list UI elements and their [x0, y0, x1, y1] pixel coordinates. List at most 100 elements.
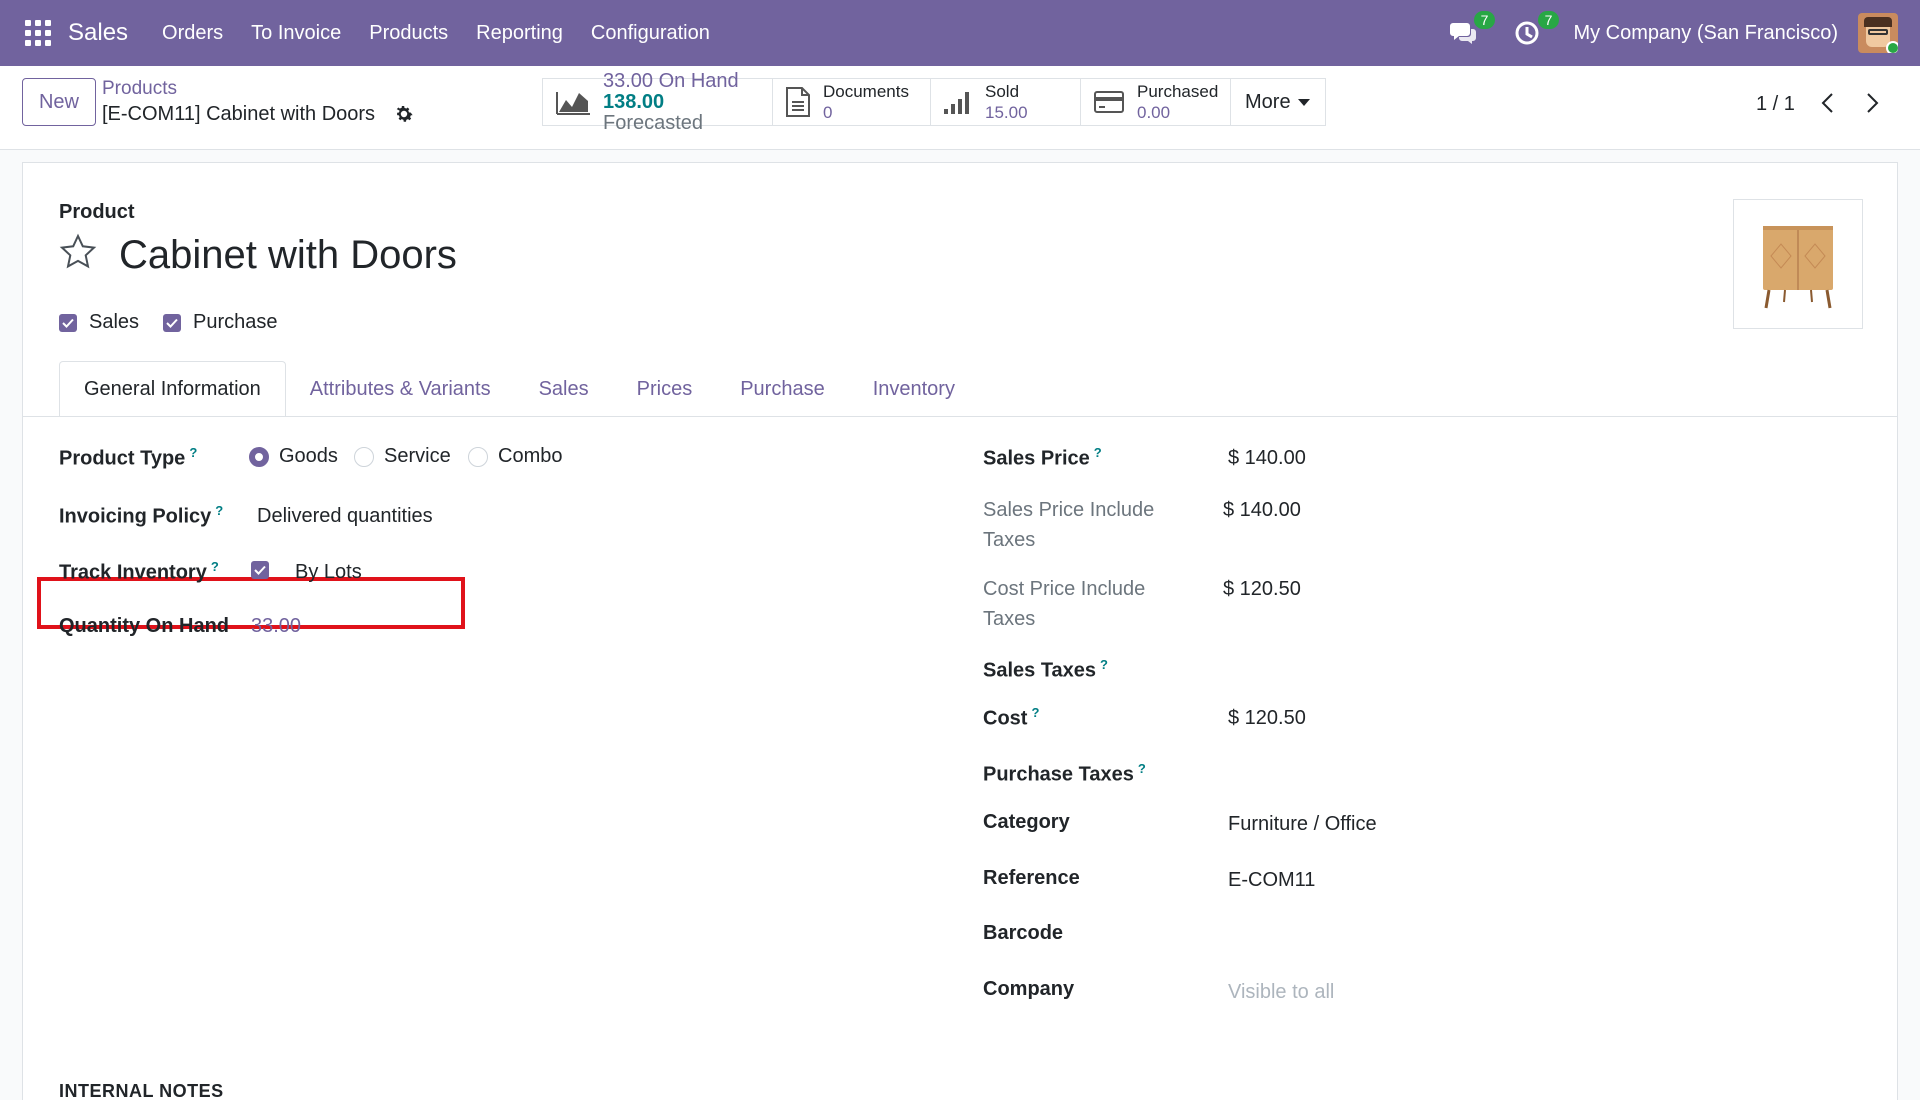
forecast-value: 138.00 [603, 90, 665, 113]
can-be-purchased-label: Purchase [193, 311, 278, 333]
invoicing-policy-field[interactable]: Delivered quantities [257, 505, 433, 528]
cabinet-image [1763, 226, 1833, 309]
activities-clock-icon[interactable]: 7 [1509, 11, 1560, 51]
pager-value[interactable]: 1 / 1 [1756, 93, 1795, 116]
favorite-star-icon[interactable] [59, 233, 97, 271]
forecast-label: Forecasted [603, 111, 704, 134]
user-avatar[interactable] [1858, 13, 1898, 53]
tab-inventory[interactable]: Inventory [849, 361, 979, 417]
new-button[interactable]: New [22, 78, 96, 126]
menu-configuration[interactable]: Configuration [591, 22, 710, 45]
menu-orders[interactable]: Orders [162, 22, 223, 45]
can-be-sold-label: Sales [89, 311, 140, 333]
cost-label: Cost? [983, 705, 1040, 730]
help-tooltip-icon[interactable]: ? [1031, 705, 1039, 720]
gear-icon[interactable] [393, 103, 415, 125]
online-status-icon [1886, 41, 1898, 53]
breadcrumb-products[interactable]: Products [102, 78, 177, 100]
pager-next-icon[interactable] [1858, 88, 1888, 118]
credit-card-icon [1094, 91, 1124, 113]
checkbox-checked-icon [251, 561, 269, 579]
category-field[interactable]: Furniture / Office [1228, 813, 1377, 836]
purchased-button[interactable]: Purchased 0.00 [1081, 79, 1231, 125]
radio-service-label: Service [384, 445, 451, 467]
qty-on-hand-label: Quantity On Hand [59, 615, 229, 637]
track-inventory-checkbox[interactable] [251, 561, 281, 579]
messages-badge: 7 [1473, 11, 1496, 29]
tab-sales[interactable]: Sales [515, 361, 613, 417]
checkbox-checked-icon [59, 313, 77, 332]
pager-previous-icon[interactable] [1812, 88, 1842, 118]
messages-icon[interactable]: 7 [1445, 11, 1496, 51]
top-navbar: Sales Orders To Invoice Products Reporti… [0, 0, 1920, 66]
area-chart-icon [556, 92, 590, 115]
tab-purchase[interactable]: Purchase [716, 361, 849, 417]
internal-notes-title: INTERNAL NOTES [59, 1081, 224, 1100]
invoicing-policy-label: Invoicing Policy? [59, 503, 224, 528]
tab-attributes-variants[interactable]: Attributes & Variants [286, 361, 515, 417]
tab-prices[interactable]: Prices [613, 361, 717, 417]
apps-menu-icon[interactable] [24, 19, 52, 47]
sales-taxes-label: Sales Taxes? [983, 657, 1108, 682]
cost-price-incl-taxes-value: $ 120.50 [1223, 578, 1301, 600]
form-tabs: General Information Attributes & Variant… [59, 361, 979, 417]
help-tooltip-icon[interactable]: ? [1100, 657, 1108, 672]
help-tooltip-icon[interactable]: ? [1094, 445, 1102, 460]
checkbox-checked-icon [163, 313, 181, 332]
menu-to-invoice[interactable]: To Invoice [251, 22, 341, 45]
barcode-field[interactable] [1228, 924, 1528, 950]
systray: 7 7 My Company (San Francisco) [1445, 0, 1920, 66]
purchased-label: Purchased [1137, 82, 1219, 101]
product-image[interactable] [1733, 199, 1863, 329]
product-type-service-radio[interactable]: Service [354, 445, 451, 468]
purchased-value: 0.00 [1137, 103, 1171, 122]
documents-value: 0 [823, 103, 833, 122]
control-panel: New Products [E-COM11] Cabinet with Door… [0, 66, 1920, 150]
product-label: Product [59, 201, 135, 223]
can-be-sold-checkbox[interactable]: Sales [59, 311, 139, 334]
form-sheet: Product Cabinet with Doors Sales Purchas… [22, 162, 1898, 1100]
help-tooltip-icon[interactable]: ? [1138, 761, 1146, 776]
sales-price-label: Sales Price? [983, 445, 1102, 470]
tab-general-information[interactable]: General Information [59, 361, 286, 417]
help-tooltip-icon[interactable]: ? [189, 445, 197, 460]
company-label: Company [983, 978, 1075, 1000]
product-type-goods-radio[interactable]: Goods [249, 445, 338, 468]
sales-price-incl-taxes-value: $ 140.00 [1223, 499, 1301, 521]
product-type-label: Product Type? [59, 445, 198, 470]
activities-badge: 7 [1537, 11, 1560, 29]
more-button[interactable]: More [1231, 79, 1325, 125]
company-switcher[interactable]: My Company (San Francisco) [1573, 22, 1838, 45]
sales-price-incl-taxes-label: Sales Price Include Taxes [983, 499, 1155, 551]
menu-products[interactable]: Products [369, 22, 448, 45]
purchase-taxes-label: Purchase Taxes? [983, 761, 1146, 786]
help-tooltip-icon[interactable]: ? [211, 559, 219, 574]
product-type-combo-radio[interactable]: Combo [468, 445, 562, 468]
radio-goods-label: Goods [279, 445, 338, 467]
cost-price-incl-taxes-label: Cost Price Include Taxes [983, 578, 1146, 630]
sales-price-field[interactable]: $ 140.00 [1228, 447, 1306, 470]
category-label: Category [983, 811, 1070, 833]
app-name[interactable]: Sales [68, 19, 128, 47]
sold-value: 15.00 [985, 103, 1028, 122]
menu-reporting[interactable]: Reporting [476, 22, 563, 45]
product-name[interactable]: Cabinet with Doors [119, 233, 457, 278]
reference-field[interactable]: E-COM11 [1228, 869, 1315, 892]
can-be-purchased-checkbox[interactable]: Purchase [163, 311, 278, 334]
smart-buttons: 33.00 On Hand 138.00 Forecasted Document… [542, 70, 1326, 133]
company-field[interactable]: Visible to all [1228, 981, 1334, 1004]
tracking-type-select[interactable]: By Lots [295, 561, 362, 584]
radio-combo-label: Combo [498, 445, 563, 467]
documents-button[interactable]: Documents 0 [773, 79, 931, 125]
help-tooltip-icon[interactable]: ? [215, 503, 223, 518]
cost-field[interactable]: $ 120.50 [1228, 707, 1306, 730]
qty-on-hand-value[interactable]: 33.00 [251, 615, 301, 638]
sold-button[interactable]: Sold 15.00 [931, 79, 1081, 125]
reference-label: Reference [983, 867, 1080, 889]
onhand-forecast-button[interactable]: 33.00 On Hand 138.00 Forecasted [543, 70, 773, 133]
onhand-value: 33.00 [603, 69, 654, 92]
sold-label: Sold [985, 82, 1020, 101]
documents-label: Documents [823, 82, 909, 101]
breadcrumb-current-record: [E-COM11] Cabinet with Doors [102, 103, 376, 125]
onhand-label: On Hand [658, 69, 739, 92]
